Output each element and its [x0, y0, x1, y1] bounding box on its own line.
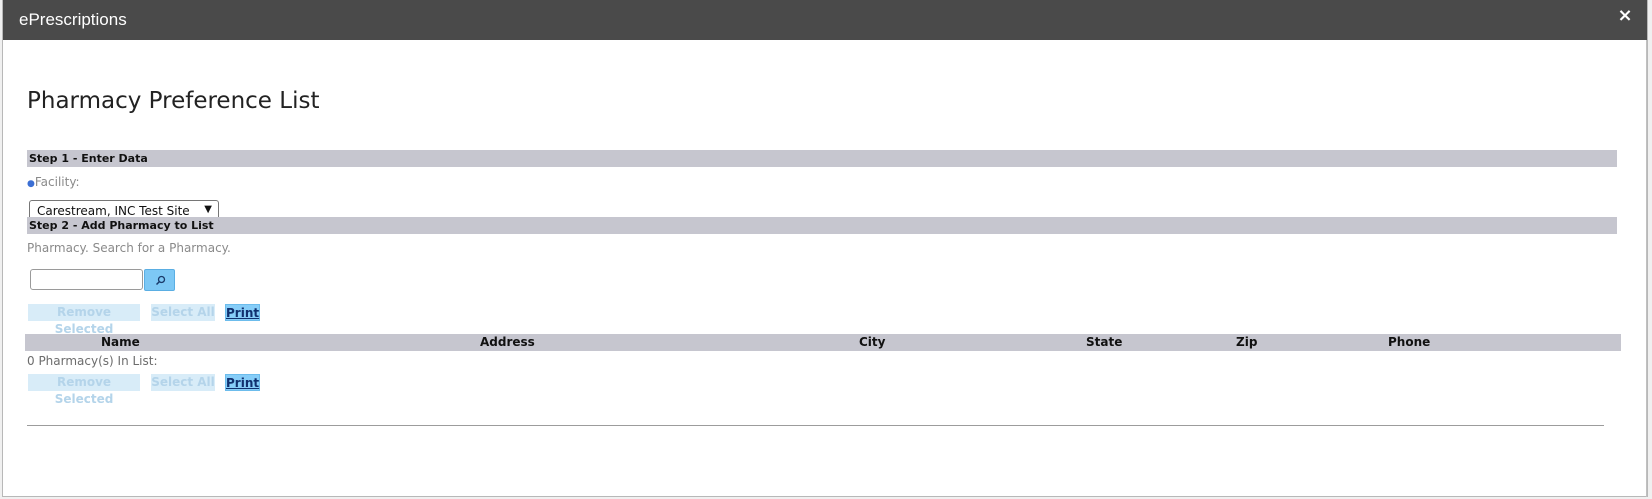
pharmacy-search-label: Pharmacy. Search for a Pharmacy. [27, 241, 231, 255]
facility-select-value: Carestream, INC Test Site [37, 204, 190, 218]
column-header-address[interactable]: Address [480, 335, 535, 349]
eprescriptions-dialog: ePrescriptions × Pharmacy Preference Lis… [2, 0, 1648, 497]
dialog-title: ePrescriptions [19, 10, 127, 29]
select-all-button-top[interactable]: Select All [151, 304, 215, 321]
section-divider [27, 425, 1604, 426]
pharmacy-count-text: 0 Pharmacy(s) In List: [27, 354, 158, 368]
search-icon [155, 275, 166, 286]
close-icon[interactable]: × [1615, 6, 1635, 26]
dialog-right-border [1646, 40, 1647, 497]
facility-label: Facility: [34, 175, 80, 189]
column-header-name[interactable]: Name [101, 335, 140, 349]
print-button-bottom[interactable]: Print [225, 374, 260, 391]
column-header-city[interactable]: City [859, 335, 885, 349]
column-header-zip[interactable]: Zip [1236, 335, 1257, 349]
page-title: Pharmacy Preference List [27, 88, 320, 114]
pharmacy-search-input[interactable] [30, 269, 143, 290]
remove-selected-button-bottom[interactable]: Remove Selected [28, 374, 140, 406]
pharmacy-search-button[interactable] [144, 269, 175, 291]
remove-selected-button-top[interactable]: Remove Selected [28, 304, 140, 336]
facility-label-row: ●Facility: [27, 175, 80, 189]
column-header-state[interactable]: State [1086, 335, 1122, 349]
required-indicator-icon: ● [27, 179, 35, 189]
print-button-top[interactable]: Print [225, 304, 260, 321]
dialog-titlebar: ePrescriptions × [3, 0, 1647, 40]
chevron-down-icon: ▼ [204, 204, 212, 215]
step1-header: Step 1 - Enter Data [27, 150, 1617, 167]
column-header-phone[interactable]: Phone [1388, 335, 1430, 349]
pharmacy-table-header: Name Address City State Zip Phone [25, 334, 1621, 351]
step2-header: Step 2 - Add Pharmacy to List [27, 217, 1617, 234]
select-all-button-bottom[interactable]: Select All [151, 374, 215, 391]
